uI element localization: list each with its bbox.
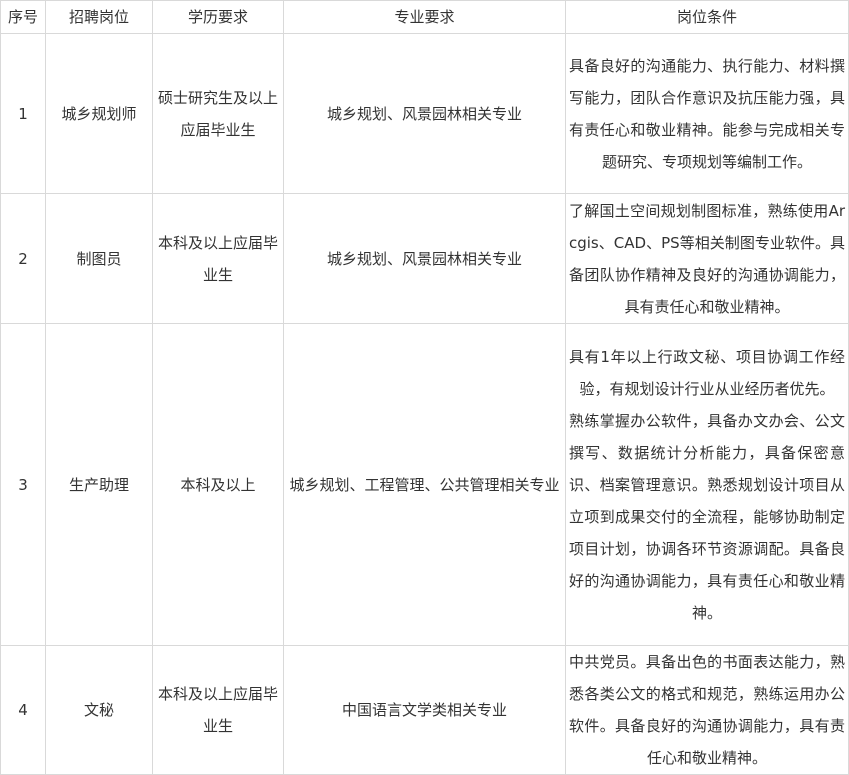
row-education: 本科及以上 <box>152 323 284 646</box>
row-major: 中国语言文学类相关专业 <box>283 645 566 775</box>
row-requirements: 了解国土空间规划制图标准，熟练使用Arcgis、CAD、PS等相关制图专业软件。… <box>565 193 849 324</box>
row-major: 城乡规划、风景园林相关专业 <box>283 33 566 194</box>
row-no: 4 <box>0 645 46 775</box>
table-row: 3 生产助理 本科及以上 城乡规划、工程管理、公共管理相关专业 具有1年以上行政… <box>0 323 849 646</box>
table-row: 4 文秘 本科及以上应届毕业生 中国语言文学类相关专业 中共党员。具备出色的书面… <box>0 645 849 775</box>
table-row: 1 城乡规划师 硕士研究生及以上应届毕业生 城乡规划、风景园林相关专业 具备良好… <box>0 33 849 194</box>
row-education: 硕士研究生及以上应届毕业生 <box>152 33 284 194</box>
requirement-text: 中共党员。具备出色的书面表达能力，熟悉各类公文的格式和规范，熟练运用办公软件。具… <box>569 653 845 767</box>
row-education: 本科及以上应届毕业生 <box>152 645 284 775</box>
row-position: 生产助理 <box>45 323 153 646</box>
requirement-text: 具有1年以上行政文秘、项目协调工作经验，有规划设计行业从业经历者优先。 <box>569 347 845 398</box>
header-no: 序号 <box>0 0 46 34</box>
header-major: 专业要求 <box>283 0 566 34</box>
header-requirements: 岗位条件 <box>565 0 849 34</box>
requirement-text: 了解国土空间规划制图标准，熟练使用Arcgis、CAD、PS等相关制图专业软件。… <box>569 201 845 316</box>
row-requirements: 具备良好的沟通能力、执行能力、材料撰写能力，团队合作意识及抗压能力强，具有责任心… <box>565 33 849 194</box>
row-major: 城乡规划、工程管理、公共管理相关专业 <box>283 323 566 646</box>
header-row: 序号 招聘岗位 学历要求 专业要求 岗位条件 <box>0 0 849 34</box>
row-no: 1 <box>0 33 46 194</box>
row-no: 2 <box>0 193 46 324</box>
row-position: 制图员 <box>45 193 153 324</box>
header-position: 招聘岗位 <box>45 0 153 34</box>
header-education: 学历要求 <box>152 0 284 34</box>
recruitment-table: 序号 招聘岗位 学历要求 专业要求 岗位条件 1 城乡规划师 硕士研究生及以上应… <box>0 0 849 775</box>
requirement-text: 熟练掌握办公软件，具备办文办会、公文撰写、数据统计分析能力，具备保密意识、档案管… <box>569 411 845 622</box>
row-major: 城乡规划、风景园林相关专业 <box>283 193 566 324</box>
table-row: 2 制图员 本科及以上应届毕业生 城乡规划、风景园林相关专业 了解国土空间规划制… <box>0 193 849 324</box>
row-education: 本科及以上应届毕业生 <box>152 193 284 324</box>
requirement-text: 具备良好的沟通能力、执行能力、材料撰写能力，团队合作意识及抗压能力强，具有责任心… <box>569 56 845 171</box>
row-position: 城乡规划师 <box>45 33 153 194</box>
row-requirements: 具有1年以上行政文秘、项目协调工作经验，有规划设计行业从业经历者优先。 熟练掌握… <box>565 323 849 646</box>
row-requirements: 中共党员。具备出色的书面表达能力，熟悉各类公文的格式和规范，熟练运用办公软件。具… <box>565 645 849 775</box>
row-no: 3 <box>0 323 46 646</box>
row-position: 文秘 <box>45 645 153 775</box>
